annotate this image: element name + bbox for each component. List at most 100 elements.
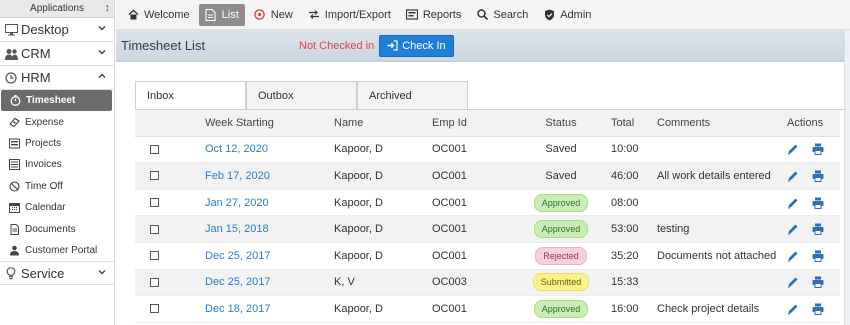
table-row: Dec 18, 2017 Kapoor, D OC001 Approved 16:00 C… — [135, 296, 840, 323]
table-header: Week Starting Name Emp Id Status Total C… — [135, 110, 840, 137]
reports-button[interactable]: Reports — [400, 4, 468, 26]
print-icon[interactable] — [812, 303, 824, 315]
title-bar: Timesheet List Not Checked in Check In — [116, 30, 850, 62]
tab-inbox[interactable]: Inbox — [135, 81, 246, 110]
money-icon — [9, 117, 20, 128]
edit-pencil-icon[interactable] — [787, 223, 799, 235]
section-label: Desktop — [21, 22, 69, 37]
print-icon[interactable] — [812, 250, 824, 262]
actions-cell — [787, 270, 824, 296]
edit-pencil-icon[interactable] — [787, 276, 799, 288]
column-header-total[interactable]: Total — [611, 110, 634, 136]
sidebar-item-timesheet[interactable]: Timesheet — [1, 90, 112, 112]
week-starting-link[interactable]: Dec 25, 2017 — [205, 270, 270, 296]
welcome-button[interactable]: Welcome — [121, 4, 196, 26]
sidebar-item-projects[interactable]: Projects — [0, 133, 114, 154]
status-cell: Approved — [525, 216, 597, 242]
sidebar-section-crm[interactable]: CRM — [0, 42, 114, 66]
checkin-status-text: Not Checked in — [299, 39, 375, 52]
actions-cell — [787, 243, 824, 269]
sidebar: Applications ↕ Desktop CRM HRM Timesheet — [0, 0, 115, 325]
week-starting-link[interactable]: Jan 27, 2020 — [205, 190, 269, 216]
import-export-icon — [308, 9, 320, 21]
sidebar-item-customer-portal[interactable]: Customer Portal — [0, 240, 114, 261]
print-icon[interactable] — [812, 223, 824, 236]
sidebar-section-hrm[interactable]: HRM — [0, 66, 114, 90]
edit-pencil-icon[interactable] — [787, 250, 799, 262]
row-checkbox[interactable] — [150, 171, 159, 181]
check-in-button[interactable]: Check In — [379, 34, 454, 57]
table-row: Dec 25, 2017 Kapoor, D OC001 Rejected 35:20 D… — [135, 243, 840, 270]
projects-icon — [9, 138, 20, 149]
home-icon — [127, 9, 139, 21]
document-icon — [9, 223, 20, 235]
employee-name: Kapoor, D — [334, 223, 383, 236]
status-cell: Approved — [525, 296, 597, 322]
sidebar-item-label: Documents — [25, 223, 76, 235]
chevron-down-icon — [98, 50, 106, 55]
add-circle-icon — [254, 9, 266, 21]
new-button[interactable]: New — [248, 4, 299, 26]
edit-pencil-icon[interactable] — [787, 170, 799, 182]
sidebar-item-calendar[interactable]: Calendar — [0, 197, 114, 218]
row-checkbox[interactable] — [150, 144, 159, 154]
print-icon[interactable] — [812, 276, 824, 289]
search-icon — [476, 9, 488, 21]
sidebar-item-invoices[interactable]: Invoices — [0, 154, 114, 175]
table-row: Dec 25, 2017 K, V OC003 Submitted 15:33 — [135, 269, 840, 297]
column-header-week[interactable]: Week Starting — [205, 110, 274, 136]
employee-id: OC001 — [432, 302, 467, 315]
row-checkbox-cell — [150, 216, 159, 242]
pin-icon[interactable]: ↕ — [105, 2, 111, 14]
edit-pencil-icon[interactable] — [787, 197, 799, 209]
import-export-button[interactable]: Import/Export — [302, 4, 397, 26]
chevron-down-icon — [98, 26, 106, 31]
row-checkbox[interactable] — [150, 224, 159, 234]
sidebar-item-label: Invoices — [25, 159, 62, 171]
sidebar-item-label: Time Off — [25, 180, 63, 192]
list-button[interactable]: List — [198, 3, 245, 26]
actions-cell — [787, 190, 824, 216]
week-starting-link[interactable]: Feb 17, 2020 — [205, 163, 270, 189]
sidebar-item-documents[interactable]: Documents — [0, 218, 114, 239]
status-badge: Approved — [533, 299, 589, 318]
edit-pencil-icon[interactable] — [787, 143, 799, 155]
sidebar-section-service[interactable]: Service — [0, 261, 114, 286]
row-checkbox-cell — [150, 137, 159, 163]
total-hours: 46:00 — [611, 169, 639, 182]
sidebar-item-expense[interactable]: Expense — [0, 111, 114, 132]
sidebar-item-time-off[interactable]: Time Off — [0, 176, 114, 197]
row-checkbox[interactable] — [150, 251, 159, 261]
total-hours: 53:00 — [611, 223, 639, 236]
comments: Check project details — [657, 302, 760, 315]
row-checkbox-cell — [150, 190, 159, 216]
week-starting-link[interactable]: Dec 25, 2017 — [205, 243, 270, 269]
tab-archived[interactable]: Archived — [357, 81, 468, 110]
print-icon[interactable] — [812, 170, 824, 182]
right-border — [844, 30, 850, 325]
row-checkbox[interactable] — [150, 198, 159, 208]
sidebar-section-desktop[interactable]: Desktop — [0, 18, 114, 42]
total-hours: 35:20 — [611, 249, 639, 262]
print-icon[interactable] — [812, 197, 824, 209]
admin-button[interactable]: Admin — [537, 4, 597, 26]
week-starting-link[interactable]: Jan 15, 2018 — [205, 216, 269, 242]
row-checkbox[interactable] — [150, 277, 159, 287]
tab-outbox[interactable]: Outbox — [246, 81, 357, 110]
row-checkbox[interactable] — [150, 304, 159, 314]
edit-pencil-icon[interactable] — [787, 303, 799, 315]
column-header-emp-id[interactable]: Emp Id — [432, 110, 467, 136]
search-button[interactable]: Search — [470, 4, 534, 26]
employee-name: K, V — [334, 276, 355, 289]
print-icon[interactable] — [812, 143, 824, 156]
status-cell: Submitted — [525, 270, 597, 296]
column-header-name[interactable]: Name — [334, 110, 363, 136]
chevron-up-icon — [98, 73, 106, 78]
week-starting-link[interactable]: Dec 18, 2017 — [205, 296, 270, 322]
top-toolbar: Welcome List New Import/Export Reports S… — [116, 0, 850, 30]
time-off-icon — [9, 181, 20, 192]
column-header-comments[interactable]: Comments — [657, 110, 710, 136]
week-starting-link[interactable]: Oct 12, 2020 — [205, 137, 268, 163]
actions-cell — [787, 137, 824, 163]
column-header-status[interactable]: Status — [525, 110, 597, 136]
